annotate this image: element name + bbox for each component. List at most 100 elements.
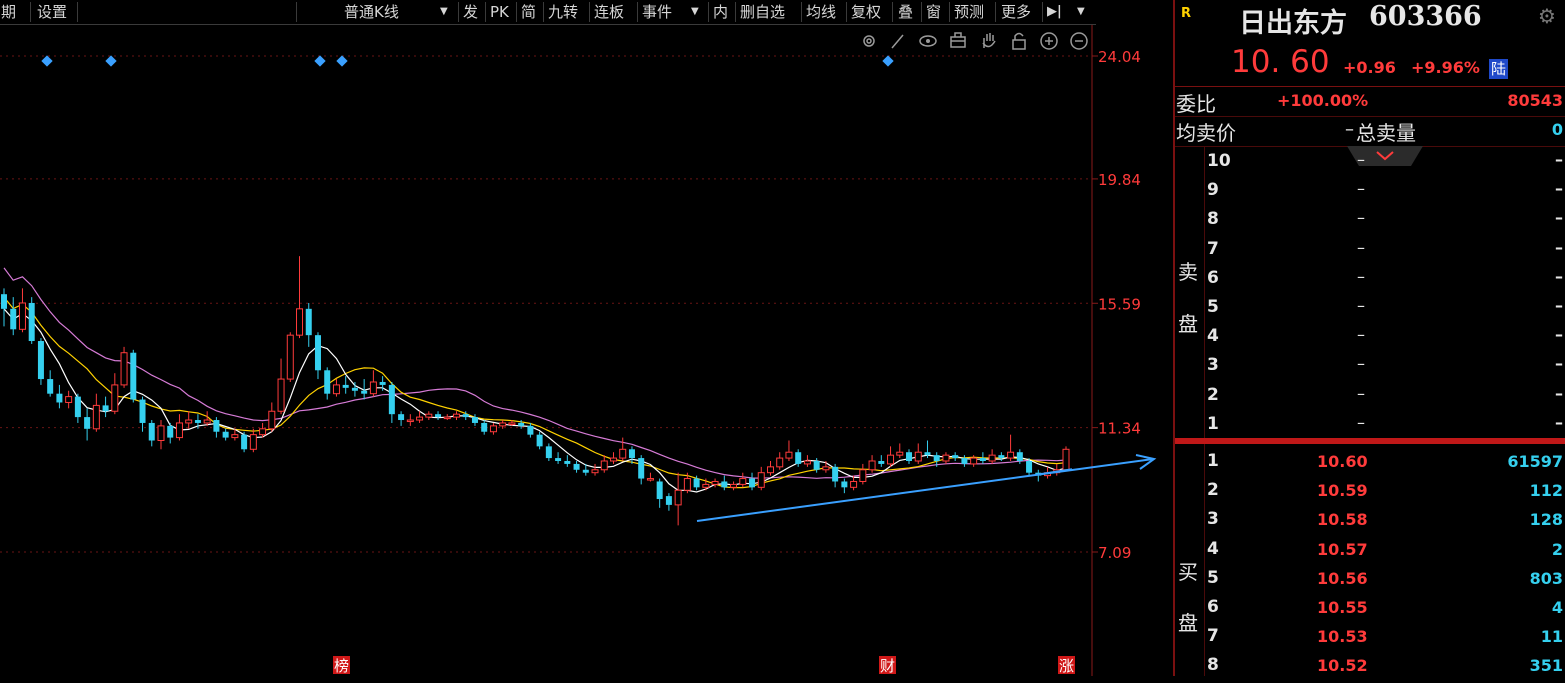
expand-panel-icon[interactable]: ▶|	[1047, 0, 1062, 24]
events-button[interactable]: 事件	[642, 0, 672, 24]
buy-row[interactable]: 4 10.57 2	[1175, 537, 1565, 566]
trend-arrow-head	[1135, 454, 1157, 470]
candle-body	[813, 460, 820, 470]
candle-body	[749, 478, 756, 488]
ma-button[interactable]: 均线	[806, 0, 836, 24]
order-volume: 112	[1529, 481, 1563, 501]
chevron-down-icon[interactable]: ▼	[1077, 0, 1085, 24]
order-level: 7	[1207, 626, 1219, 647]
bottom-label-text[interactable]: 财	[880, 657, 895, 675]
chevron-down-icon[interactable]: ▼	[440, 0, 448, 24]
simple-button[interactable]: 简	[521, 0, 536, 24]
buy-row[interactable]: 1 10.60 61597	[1175, 449, 1565, 478]
sell-row[interactable]: 5 – –	[1175, 295, 1565, 324]
buy-row[interactable]: 7 10.53 11	[1175, 624, 1565, 653]
sell-row[interactable]: 6 – –	[1175, 266, 1565, 295]
chart-tools[interactable]	[863, 32, 1088, 50]
limit-up-button[interactable]: 连板	[594, 0, 624, 24]
candle-body	[914, 451, 922, 462]
sell-row[interactable]: 1 – –	[1175, 412, 1565, 441]
chevron-down-icon[interactable]: ▼	[691, 0, 699, 24]
sell-row[interactable]: 8 – –	[1175, 207, 1565, 236]
candle-body	[111, 384, 119, 412]
candle-body	[453, 413, 461, 418]
event-diamond-marker[interactable]	[105, 55, 117, 67]
event-markers[interactable]	[41, 55, 894, 67]
order-level: 2	[1207, 480, 1219, 501]
fa-button[interactable]: 发	[463, 0, 478, 24]
order-volume: –	[1555, 237, 1563, 257]
total-sell-label: 总卖量	[1356, 121, 1416, 145]
hand-icon[interactable]	[982, 33, 996, 48]
candle-body	[970, 457, 978, 465]
overlay-button[interactable]: 叠	[898, 0, 913, 24]
sell-row[interactable]: 7 – –	[1175, 237, 1565, 266]
remove-favorite-button[interactable]: 删自选	[740, 0, 785, 24]
order-price: –	[1357, 266, 1365, 286]
pk-button[interactable]: PK	[490, 0, 509, 24]
candle-body	[822, 466, 830, 471]
candle-body	[185, 419, 193, 424]
candle-body	[296, 308, 304, 336]
candle-body	[730, 483, 738, 488]
candle-body	[130, 352, 137, 400]
sell-row[interactable]: 2 – –	[1175, 383, 1565, 412]
sell-row[interactable]: 9 – –	[1175, 178, 1565, 207]
buy-row[interactable]: 6 10.55 4	[1175, 595, 1565, 624]
kline-chart[interactable]: 24.04 19.84 15.59 11.34 7.09 榜 财 涨	[0, 0, 1172, 676]
inner-button[interactable]: 内	[713, 0, 728, 24]
candle-body	[646, 478, 654, 481]
bottom-label-text[interactable]: 榜	[334, 657, 349, 675]
buy-row[interactable]: 8 10.52 351	[1175, 653, 1565, 682]
y-tick-label: 19.84	[1098, 171, 1141, 189]
order-volume: 2	[1551, 539, 1563, 559]
candle-body	[435, 414, 442, 418]
candle-body	[555, 458, 562, 461]
window-button[interactable]: 窗	[926, 0, 941, 24]
sell-row[interactable]: 10 – –	[1175, 149, 1565, 178]
adjust-button[interactable]: 复权	[851, 0, 881, 24]
zoom-out-icon[interactable]	[1070, 32, 1088, 50]
lock-box-icon[interactable]	[950, 32, 966, 48]
sell-row[interactable]: 3 – –	[1175, 353, 1565, 382]
event-diamond-marker[interactable]	[882, 55, 894, 67]
gear-icon[interactable]: ⚙	[1538, 4, 1556, 28]
eye-icon[interactable]	[919, 35, 937, 47]
candle-body	[665, 496, 672, 505]
sell-row[interactable]: 4 – –	[1175, 324, 1565, 353]
order-price: –	[1357, 150, 1365, 169]
event-diamond-marker[interactable]	[41, 55, 53, 67]
bottom-event-labels[interactable]: 榜财涨	[333, 656, 1075, 675]
price-change-pct: +9.96%	[1411, 58, 1480, 77]
order-price: –	[1357, 325, 1365, 345]
settings-button[interactable]: 设置	[37, 0, 67, 24]
buy-row[interactable]: 5 10.56 803	[1175, 566, 1565, 595]
lock-icon[interactable]	[1012, 32, 1026, 50]
gear-tool-icon[interactable]	[863, 35, 875, 47]
order-level: 9	[1207, 180, 1219, 201]
candle-body	[305, 308, 312, 336]
nine-turn-button[interactable]: 九转	[548, 0, 578, 24]
candle-body	[92, 404, 100, 430]
buy-row[interactable]: 3 10.58 128	[1175, 507, 1565, 536]
candle-body	[241, 434, 248, 450]
forecast-button[interactable]: 预测	[954, 0, 984, 24]
bottom-label-text[interactable]: 涨	[1059, 657, 1074, 675]
order-volume: –	[1555, 412, 1563, 432]
candle-body	[342, 384, 349, 388]
quote-panel: R 日出东方 603366 ⚙ 10. 60 +0.96 +9.96% 陆 委比…	[1175, 0, 1565, 676]
event-diamond-marker[interactable]	[314, 55, 326, 67]
more-button[interactable]: 更多	[1001, 0, 1031, 24]
order-level: 2	[1207, 384, 1219, 405]
pen-icon[interactable]	[891, 34, 904, 49]
kline-type-select[interactable]: 普通K线	[344, 0, 399, 24]
candle-body	[314, 335, 321, 371]
order-volume: –	[1555, 325, 1563, 345]
period-button[interactable]: 周期	[0, 0, 16, 24]
candle-body	[582, 469, 589, 473]
buy-row[interactable]: 2 10.59 112	[1175, 478, 1565, 507]
candle-body	[231, 434, 239, 439]
candle-body	[56, 393, 63, 403]
zoom-in-icon[interactable]	[1040, 32, 1058, 50]
event-diamond-marker[interactable]	[336, 55, 348, 67]
